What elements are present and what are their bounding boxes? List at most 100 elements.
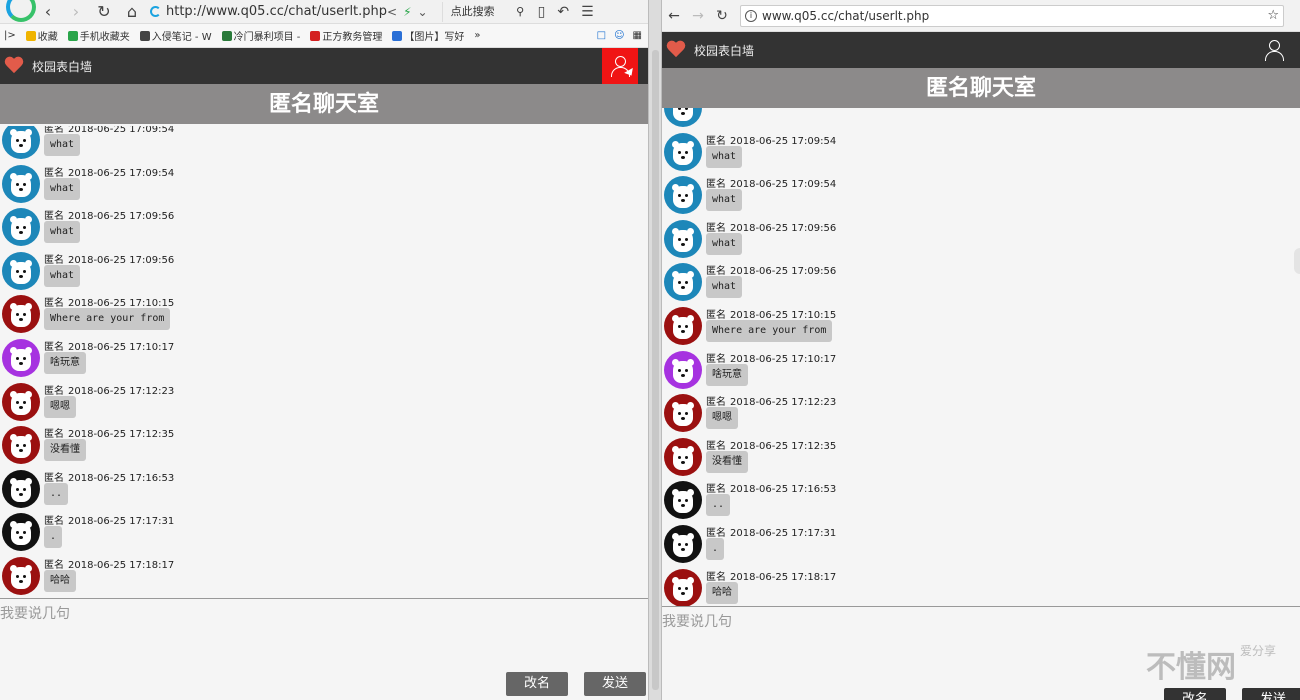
chat-message: 匿名 2018-06-25 17:18:17 哈哈 <box>0 555 648 598</box>
bookmark-item[interactable]: 冷门暴利项目 - <box>221 28 300 43</box>
message-time: 2018-06-25 17:12:35 <box>730 440 837 452</box>
watermark-sub: 爱分享 <box>1239 644 1276 658</box>
avatar[interactable] <box>2 251 40 290</box>
avatar[interactable] <box>2 382 40 421</box>
avatar[interactable] <box>664 108 702 127</box>
composer-buttons: 改名 发送 <box>1164 688 1300 700</box>
app-header: 校园表白墙 <box>662 32 1300 68</box>
user-button[interactable] <box>1256 32 1292 68</box>
search-box[interactable]: 点此搜索 ⚲ <box>441 1 530 22</box>
reload-icon[interactable]: ↻ <box>90 2 118 21</box>
bookmark-label: 【图片】写好 <box>404 32 465 43</box>
right-url-text: www.q05.cc/chat/userlt.php <box>762 8 930 23</box>
bookmark-star-icon[interactable]: ☆ <box>1267 8 1279 23</box>
forward-icon[interactable]: › <box>62 2 90 21</box>
avatar[interactable] <box>664 350 702 389</box>
avatar[interactable] <box>664 176 702 215</box>
star-icon <box>25 30 36 41</box>
sender-name: 匿名 <box>44 385 64 397</box>
bookmark-item[interactable]: 手机收藏夹 <box>67 28 130 43</box>
message-input[interactable]: 我要说几句 <box>0 599 648 623</box>
chat-message: 匿名 2018-06-25 17:18:17 哈哈 <box>662 567 1300 606</box>
message-meta: 匿名 2018-06-25 17:10:15 <box>706 306 836 321</box>
left-address-bar[interactable]: http://www.q05.cc/chat/userlt.php <box>150 2 387 22</box>
user-button[interactable] <box>602 48 638 84</box>
message-meta: 匿名 2018-06-25 17:18:17 <box>44 556 174 571</box>
avatar[interactable] <box>2 426 40 465</box>
bookmarks-more[interactable]: » <box>474 30 480 41</box>
info-icon[interactable]: i <box>745 9 757 22</box>
avatar[interactable] <box>664 394 702 433</box>
avatar[interactable] <box>2 556 40 595</box>
right-address-bar[interactable]: i www.q05.cc/chat/userlt.php ☆ <box>740 4 1284 27</box>
undo-icon[interactable]: ↶ <box>557 4 569 20</box>
message-time: 2018-06-25 17:09:54 <box>68 167 175 179</box>
avatar[interactable] <box>664 132 702 171</box>
message-meta: 匿名 2018-06-25 17:12:23 <box>706 393 836 408</box>
search-label: 点此搜索 <box>450 4 495 18</box>
bookmark-item[interactable]: 【图片】写好 <box>392 28 464 43</box>
avatar[interactable] <box>2 164 40 203</box>
message-meta: 匿名 2018-06-25 17:10:17 <box>706 350 836 365</box>
avatar[interactable] <box>664 568 702 606</box>
paw-icon <box>392 30 403 41</box>
message-bubble: what <box>706 232 743 255</box>
left-url-text: http://www.q05.cc/chat/userlt.php <box>166 4 388 19</box>
avatar[interactable] <box>664 481 702 520</box>
sidebar-toggle-icon[interactable]: |> <box>4 30 16 41</box>
right-browser-window: ← → ↻ i www.q05.cc/chat/userlt.php ☆ 校园表… <box>662 0 1300 700</box>
avatar[interactable] <box>2 513 40 552</box>
app-title: 校园表白墙 <box>32 59 93 74</box>
send-button[interactable]: 发送 <box>1242 688 1300 700</box>
rename-button[interactable]: 改名 <box>1164 688 1226 700</box>
window-divider[interactable] <box>648 0 662 700</box>
avatar[interactable] <box>664 306 702 345</box>
avatar[interactable] <box>2 469 40 508</box>
message-list[interactable]: what匿名2018-06-25 17:09:54what匿名2018-06-2… <box>662 108 1300 606</box>
message-time: 2018-06-25 17:09:56 <box>68 211 175 223</box>
heart-logo-icon <box>666 41 686 59</box>
rename-button[interactable]: 改名 <box>506 672 568 696</box>
chevron-down-icon[interactable]: ⌄ <box>418 5 428 19</box>
message-bubble: Where are your from <box>706 319 833 342</box>
message-input[interactable]: 我要说几句 <box>662 607 1300 631</box>
back-icon[interactable]: ‹ <box>34 2 62 21</box>
avatar[interactable] <box>2 295 40 334</box>
lightning-icon[interactable]: ⚡ <box>403 5 411 19</box>
bookmark-item[interactable]: 收藏 <box>25 28 58 43</box>
avatar[interactable] <box>664 263 702 302</box>
scrollbar-thumb[interactable] <box>652 50 659 690</box>
avatar[interactable] <box>664 437 702 476</box>
home-icon[interactable]: ⌂ <box>118 2 146 21</box>
bookmark-item[interactable]: 入侵笔记 - W <box>139 28 212 43</box>
menu-icon[interactable]: ☰ <box>581 4 594 20</box>
avatar[interactable] <box>2 126 40 159</box>
chat-message: 匿名 2018-06-25 17:10:15 Where are your from <box>0 293 648 337</box>
message-bubble: 哈哈 <box>706 581 738 604</box>
avatar[interactable] <box>2 338 40 377</box>
search-icon[interactable]: ⚲ <box>516 5 524 18</box>
message-time: 2018-06-25 17:10:17 <box>730 353 837 365</box>
apps-icon[interactable]: ▦ <box>633 30 642 41</box>
send-button[interactable]: 发送 <box>584 672 646 696</box>
back-arrow-icon[interactable]: ← <box>662 8 686 24</box>
edge-handle[interactable] <box>1294 248 1300 274</box>
emoji-icon[interactable]: ☺ <box>614 30 624 41</box>
reload-icon[interactable]: ↻ <box>710 8 734 24</box>
avatar[interactable] <box>664 524 702 563</box>
extension-icon[interactable]: □ <box>597 30 606 41</box>
message-list[interactable]: 匿名 2018-06-25 17:09:54 what 匿名 2018-06-25 17… <box>0 126 648 598</box>
message-time: 2018-06-25 17:18:17 <box>68 559 175 571</box>
forward-arrow-icon[interactable]: → <box>686 8 710 24</box>
message-time: 2018-06-25 17:16:53 <box>730 484 837 496</box>
mobile-icon[interactable]: ▯ <box>538 4 546 20</box>
browser-logo-icon[interactable] <box>0 0 36 24</box>
chat-message: 匿名 2018-06-25 17:09:54 what <box>0 126 648 163</box>
bookmark-item[interactable]: 正方教务管理 <box>310 28 382 43</box>
chat-message: 匿名 2018-06-25 17:16:53.. <box>662 479 1300 523</box>
avatar[interactable] <box>664 219 702 258</box>
message-meta: 匿名 2018-06-25 17:10:17 <box>44 338 174 353</box>
share-icon[interactable]: < <box>387 5 397 19</box>
avatar[interactable] <box>2 208 40 247</box>
chat-message: 匿名 2018-06-25 17:10:17 啥玩意 <box>0 337 648 381</box>
